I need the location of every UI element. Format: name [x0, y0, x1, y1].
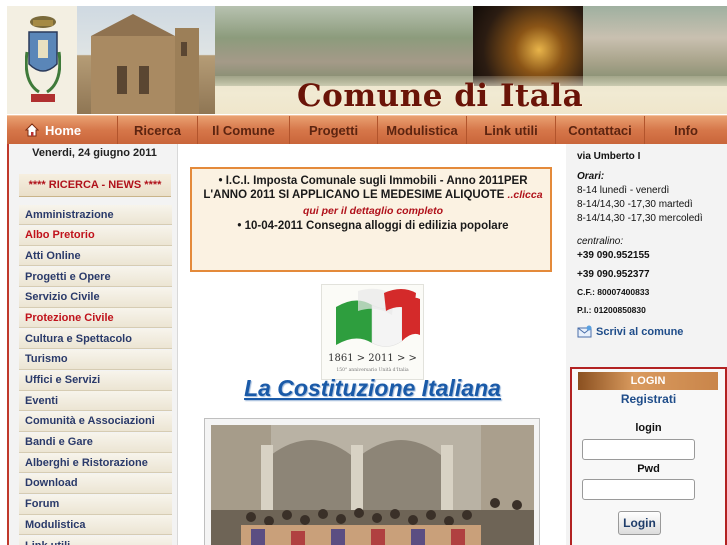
- clicca-link[interactable]: ..clicca: [508, 189, 543, 201]
- address: via Umberto I: [577, 151, 641, 162]
- nav-link-utili[interactable]: Link utili: [467, 116, 556, 144]
- nav-info[interactable]: Info: [645, 116, 727, 144]
- news-item-ici[interactable]: • I.C.I. Imposta Comunale sugli Immobili…: [192, 175, 554, 187]
- phone-1: +39 090.952155: [577, 250, 650, 261]
- news-ici-text: L'ANNO 2011 SI APPLICANO LE MEDESIME ALI…: [203, 189, 505, 201]
- orari-label: Orari:: [577, 171, 605, 182]
- crest-panel: [7, 6, 77, 114]
- group-photo-frame: [204, 418, 540, 545]
- sidebar-item-modulistica[interactable]: Modulistica: [19, 515, 172, 536]
- orari-line-1: 8-14 lunedì - venerdì: [577, 185, 670, 196]
- night-town-photo: [473, 6, 583, 86]
- italian-flag-icon: [336, 288, 420, 347]
- phone-2: +39 090.952377: [577, 269, 650, 280]
- municipal-crest-icon: [25, 16, 61, 102]
- unita-italia-caption: 150° anniversario Unità d'Italia: [336, 368, 409, 373]
- partita-iva: P.I.: 01200850830: [577, 305, 646, 315]
- mail-icon: [577, 325, 592, 338]
- sidebar-item-atti-online[interactable]: Atti Online: [19, 246, 172, 267]
- unita-italia-logo: 1861 > 2011 > > 150° anniversario Unità …: [321, 284, 424, 380]
- right-sidebar: via Umberto I Orari: 8-14 lunedì - vener…: [566, 144, 727, 545]
- site-header: Comune di Itala: [7, 6, 727, 114]
- page: Comune di Itala Home Ricerca Il Comune P…: [0, 0, 727, 545]
- login-header: LOGIN: [578, 372, 718, 390]
- main-content: • I.C.I. Imposta Comunale sugli Immobili…: [180, 144, 565, 545]
- nav-modulistica[interactable]: Modulistica: [378, 116, 467, 144]
- login-input[interactable]: [582, 439, 695, 460]
- current-date: Venerdi, 24 giugno 2011: [32, 147, 157, 159]
- sidebar-item-bandi-gare[interactable]: Bandi e Gare: [19, 432, 172, 453]
- nav-ricerca[interactable]: Ricerca: [118, 116, 198, 144]
- sidebar-item-forum[interactable]: Forum: [19, 494, 172, 515]
- sidebar-item-download[interactable]: Download: [19, 473, 172, 494]
- unita-italia-years: 1861 > 2011 > >: [328, 353, 417, 364]
- nav-home-label: Home: [45, 122, 82, 138]
- sidebar-item-amministrazione[interactable]: Amministrazione: [19, 205, 172, 225]
- dettaglio-link[interactable]: qui per il dettaglio completo: [192, 205, 554, 217]
- sidebar-item-link-utili[interactable]: Link utili: [19, 536, 172, 545]
- login-panel: LOGIN Registrati login Pwd Login: [570, 367, 727, 545]
- nav-il-comune[interactable]: Il Comune: [198, 116, 290, 144]
- sidebar-item-alberghi-ristorazione[interactable]: Alberghi e Ristorazione: [19, 453, 172, 474]
- pwd-label: Pwd: [637, 463, 660, 475]
- sidebar-item-turismo[interactable]: Turismo: [19, 349, 172, 370]
- registrati-link[interactable]: Registrati: [572, 392, 725, 406]
- sidebar-item-eventi[interactable]: Eventi: [19, 391, 172, 412]
- sidebar-item-comunita-associazioni[interactable]: Comunità e Associazioni: [19, 411, 172, 432]
- left-sidebar: Venerdi, 24 giugno 2011 **** RICERCA - N…: [7, 144, 178, 545]
- sidebar-menu: Amministrazione Albo Pretorio Atti Onlin…: [19, 205, 172, 545]
- sidebar-item-progetti-opere[interactable]: Progetti e Opere: [19, 267, 172, 288]
- group-photo[interactable]: [211, 425, 534, 545]
- centralino-label: centralino:: [577, 236, 624, 247]
- nav-progetti[interactable]: Progetti: [290, 116, 378, 144]
- hill-town-photo: [583, 6, 727, 86]
- sidebar-item-albo-pretorio[interactable]: Albo Pretorio: [19, 225, 172, 246]
- town-photo: [215, 6, 473, 86]
- sidebar-item-uffici-servizi[interactable]: Uffici e Servizi: [19, 370, 172, 391]
- scrivi-al-comune-link[interactable]: Scrivi al comune: [577, 325, 683, 339]
- ricerca-news-link[interactable]: **** RICERCA - NEWS ****: [19, 174, 171, 197]
- password-input[interactable]: [582, 479, 695, 500]
- nav-home[interactable]: Home: [7, 116, 118, 144]
- sidebar-item-servizio-civile[interactable]: Servizio Civile: [19, 287, 172, 308]
- news-ticker: • I.C.I. Imposta Comunale sugli Immobili…: [190, 167, 552, 272]
- home-icon: [24, 123, 40, 137]
- login-button[interactable]: Login: [618, 511, 661, 535]
- login-label: login: [635, 422, 662, 434]
- main-nav: Home Ricerca Il Comune Progetti Modulist…: [7, 115, 727, 144]
- codice-fiscale: C.F.: 80007400833: [577, 287, 650, 297]
- site-title: Comune di Itala: [297, 78, 584, 114]
- costituzione-link[interactable]: La Costituzione Italiana: [180, 375, 565, 402]
- nav-contattaci[interactable]: Contattaci: [556, 116, 645, 144]
- orari-line-3: 8-14/14,30 -17,30 mercoledì: [577, 213, 703, 224]
- orari-line-2: 8-14/14,30 -17,30 martedì: [577, 199, 693, 210]
- news-item-alloggi[interactable]: • 10-04-2011 Consegna alloggi di edilizi…: [192, 220, 554, 232]
- news-item-ici-cont: L'ANNO 2011 SI APPLICANO LE MEDESIME ALI…: [192, 189, 554, 201]
- sidebar-item-cultura-spettacolo[interactable]: Cultura e Spettacolo: [19, 329, 172, 350]
- sidebar-item-protezione-civile[interactable]: Protezione Civile: [19, 308, 172, 329]
- scrivi-label: Scrivi al comune: [596, 326, 684, 338]
- church-photo: [77, 6, 215, 114]
